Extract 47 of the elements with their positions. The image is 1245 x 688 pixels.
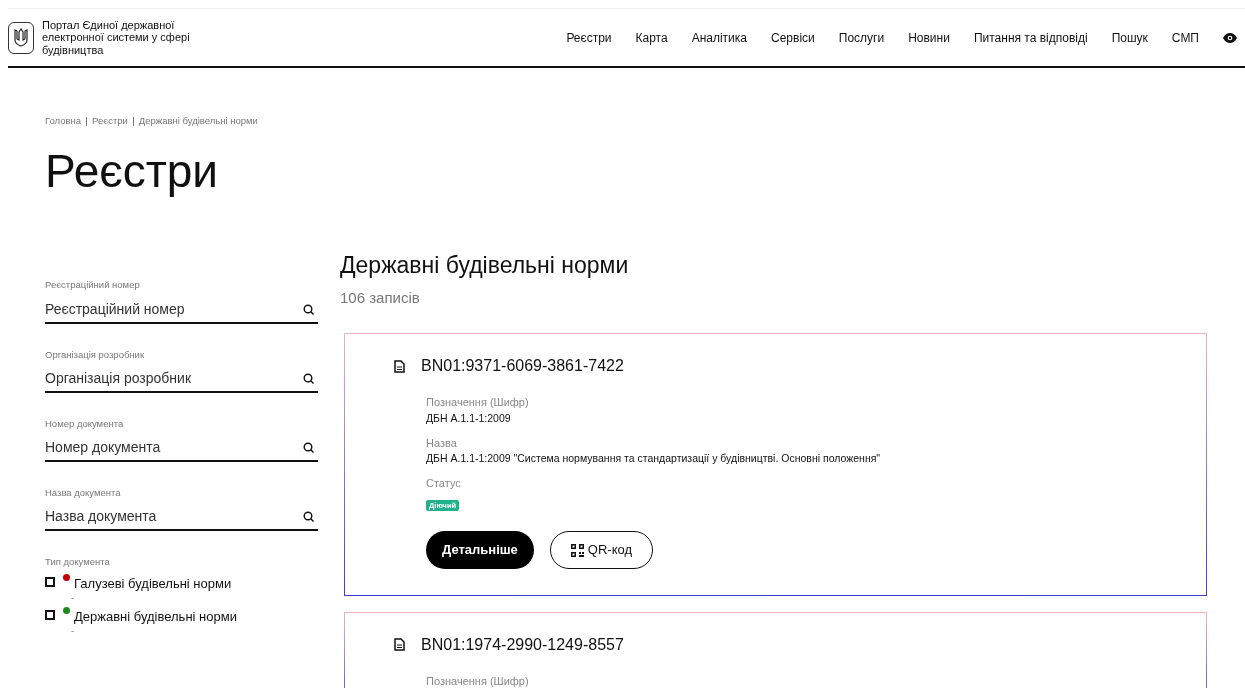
option-note: - bbox=[71, 626, 76, 636]
qr-code-button[interactable]: QR-код bbox=[549, 531, 654, 569]
logo[interactable] bbox=[8, 21, 34, 54]
record-count: 106 записів bbox=[340, 287, 421, 308]
nav-link[interactable]: Реєстри bbox=[566, 28, 612, 47]
filter-label: Реєстраційний номер bbox=[45, 278, 141, 293]
breadcrumb-link[interactable]: Головна bbox=[45, 114, 82, 129]
breadcrumb-link[interactable]: Реєстри bbox=[92, 114, 128, 129]
document-icon bbox=[394, 638, 405, 652]
filter-label: Номер документа bbox=[45, 416, 125, 431]
qr-code-icon bbox=[570, 543, 584, 557]
site-title: Портал Єдиної державної електронної системи у сфері будівництва bbox=[42, 18, 191, 57]
nav-link[interactable]: Сервіси bbox=[771, 28, 815, 47]
field-value: ДБН А.1.1-1:2009 "Система нормування та стандартизації у будівництві. Основні положення" bbox=[426, 451, 882, 467]
field-label: Статус bbox=[426, 475, 462, 491]
field-label: Позначення (Шифр) bbox=[426, 673, 530, 688]
filter-label: Назва документа bbox=[45, 486, 122, 501]
nav-link[interactable]: Новини bbox=[908, 28, 950, 47]
nav-link[interactable]: Аналітика bbox=[691, 28, 747, 47]
breadcrumb-link[interactable]: Державні будівельні норми bbox=[138, 114, 258, 129]
nav-link[interactable]: Питання та відповіді bbox=[973, 28, 1088, 47]
details-button[interactable]: Детальніше bbox=[426, 531, 534, 569]
option-label[interactable]: Державні будівельні норми bbox=[74, 606, 237, 627]
field-label: Назва bbox=[426, 435, 458, 451]
page-title: Реєстри bbox=[45, 144, 220, 200]
search-icon[interactable] bbox=[303, 303, 314, 315]
checkbox[interactable] bbox=[45, 609, 55, 620]
nav-link[interactable]: СМП bbox=[1171, 28, 1199, 47]
checkbox[interactable] bbox=[45, 576, 55, 587]
document-icon bbox=[394, 359, 405, 373]
eye-icon[interactable] bbox=[1223, 32, 1237, 43]
option-note: - bbox=[71, 593, 76, 603]
nav-link[interactable]: Послуги bbox=[838, 28, 885, 47]
record-code[interactable]: BN01:9371-6069-3861-7422 bbox=[421, 354, 624, 379]
search-icon[interactable] bbox=[303, 511, 314, 523]
search-icon[interactable] bbox=[303, 442, 314, 454]
filter-label: Тип документа bbox=[45, 555, 111, 570]
search-icon[interactable] bbox=[303, 372, 314, 384]
field-value: ДБН А.1.1-1:2009 bbox=[426, 410, 512, 426]
filter-label: Організація розробник bbox=[45, 347, 146, 362]
option-label[interactable]: Галузеві будівельні норми bbox=[74, 573, 232, 594]
section-title: Державні будівельні норми bbox=[340, 251, 630, 281]
nav-link[interactable]: Карта bbox=[635, 28, 668, 47]
trident-icon bbox=[14, 27, 28, 48]
nav-link[interactable]: Пошук bbox=[1111, 28, 1148, 47]
record-code[interactable]: BN01:1974-2990-1249-8557 bbox=[421, 632, 624, 657]
field-label: Позначення (Шифр) bbox=[426, 395, 530, 411]
